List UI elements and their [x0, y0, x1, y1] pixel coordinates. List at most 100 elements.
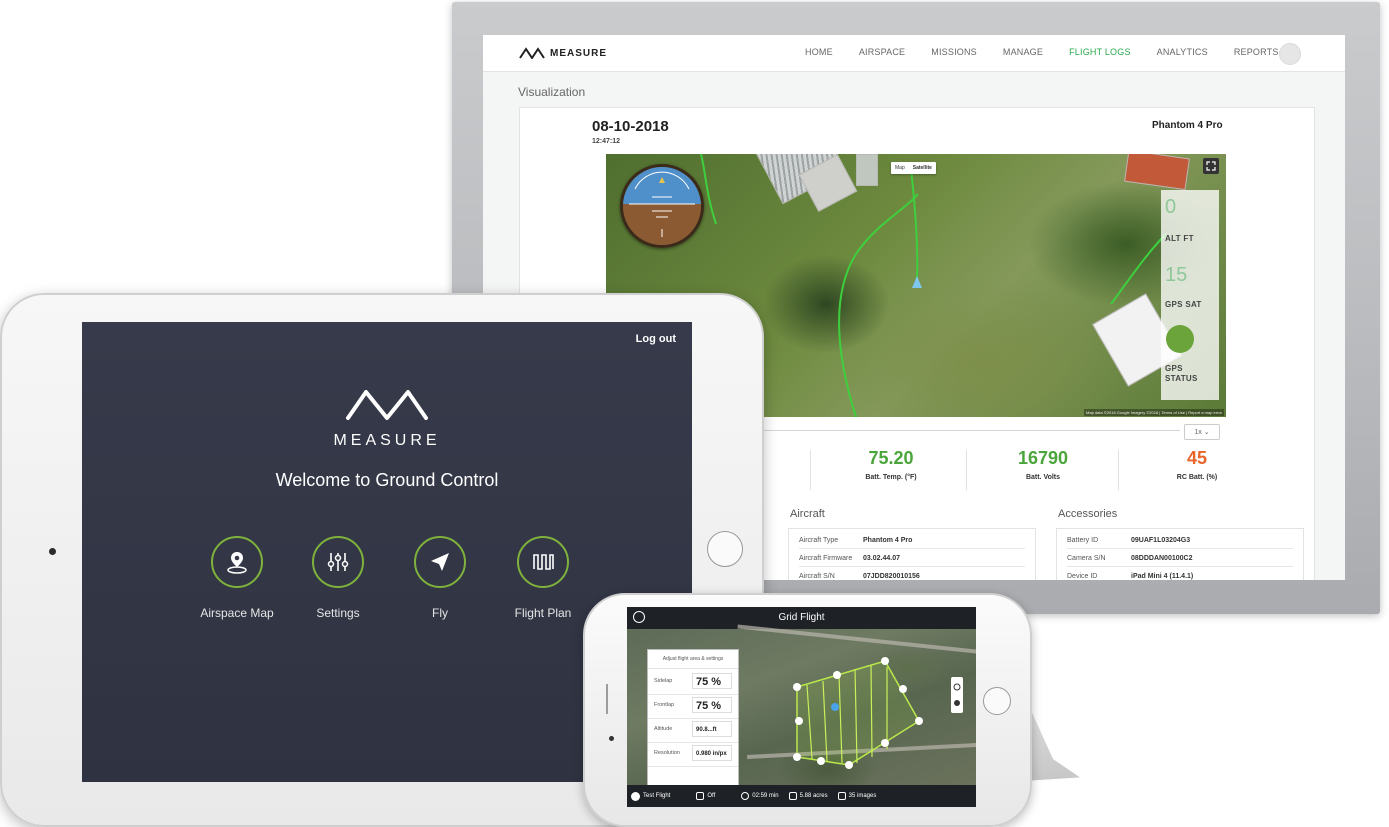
tablet-camera — [49, 548, 56, 555]
tile-airspace-map[interactable]: Airspace Map — [182, 536, 292, 620]
telemetry-panel: 0 ALT FT 15 GPS SAT GPS STATUS — [1161, 190, 1219, 400]
tile-fly[interactable]: Fly — [385, 536, 495, 620]
metric-battery-volts: 16790 Batt. Volts — [978, 448, 1108, 481]
sidelap-field[interactable]: 75 % — [692, 673, 732, 689]
map-view-button[interactable]: Map — [891, 162, 909, 174]
playback-speed-select[interactable]: 1x ⌄ — [1184, 424, 1220, 440]
nav-reports[interactable]: REPORTS — [1234, 47, 1279, 57]
accessories-section-title: Accessories — [1058, 508, 1118, 520]
setting-label: Altitude — [654, 726, 673, 732]
drone-position-icon — [912, 276, 922, 288]
brand-wordmark: MEASURE — [333, 432, 441, 449]
fullscreen-button[interactable] — [1203, 158, 1219, 174]
chevron-down-icon: ⌄ — [1203, 429, 1210, 436]
map-attribution[interactable]: Map data ©2018 Google Imagery ©2018 | Te… — [1084, 409, 1224, 416]
page-title: Visualization — [518, 85, 586, 99]
user-avatar[interactable] — [1279, 43, 1301, 65]
kv-value: 03.02.44.07 — [863, 555, 900, 562]
kv-key: Device ID — [1067, 573, 1098, 580]
footer-area: 5.88 acres — [788, 792, 828, 800]
aircraft-model: Phantom 4 Pro — [1152, 120, 1223, 131]
kv-key: Aircraft S/N — [799, 573, 835, 580]
kv-row: Aircraft Type Phantom 4 Pro — [799, 537, 1025, 549]
divider — [1118, 450, 1119, 490]
panel-title: Adjust flight area & settings — [648, 650, 738, 669]
altitude-field[interactable]: 90.8...ft — [692, 721, 732, 737]
tile-flight-plan[interactable]: Flight Plan — [488, 536, 598, 620]
nav-flight-logs[interactable]: FLIGHT LOGS — [1069, 47, 1131, 57]
grid-flight-map[interactable]: Adjust flight area & settings Sidelap 75… — [627, 624, 976, 787]
measure-logo-icon — [346, 390, 428, 420]
kv-key: Aircraft Firmware — [799, 555, 853, 562]
tile-circle — [414, 536, 466, 588]
nav-home[interactable]: HOME — [805, 47, 833, 57]
setting-label: Resolution — [654, 750, 680, 756]
logout-link[interactable]: Log out — [636, 333, 676, 345]
setting-row-altitude: Altitude 90.8...ft — [648, 718, 738, 743]
metric-label: Batt. Volts — [1025, 474, 1061, 481]
map-layer-controls[interactable] — [951, 677, 963, 713]
nav-missions[interactable]: MISSIONS — [931, 47, 977, 57]
fullscreen-icon — [1206, 161, 1216, 171]
setting-label: Frontlap — [654, 702, 675, 708]
sliders-icon — [327, 553, 349, 571]
check-icon — [631, 791, 640, 801]
phone-footer-bar: Test Flight Off 02:59 min 5.88 acres 35 … — [627, 785, 976, 807]
metric-rc-battery: 45 RC Batt. (%) — [1132, 448, 1262, 481]
metric-battery-temp: 75.20 Batt. Temp. (°F) — [826, 448, 956, 481]
gps-status-label: GPS STATUS — [1165, 364, 1198, 383]
home-point-icon — [831, 703, 839, 711]
altitude-label: ALT FT — [1165, 234, 1194, 243]
grid-path-icon — [533, 554, 554, 570]
metric-label: Batt. Temp. (°F) — [865, 474, 917, 481]
metric-value: 16790 — [1017, 448, 1069, 468]
satellite-view-button[interactable]: Satellite — [909, 162, 936, 174]
setting-label: Sidelap — [654, 678, 673, 684]
kv-value: iPad Mini 4 (11.4.1) — [1131, 573, 1194, 580]
screen-title: Grid Flight — [778, 612, 825, 623]
resolution-field[interactable]: 0.980 in/px — [692, 745, 732, 761]
measure-logo-icon — [519, 47, 545, 59]
area-icon — [788, 792, 797, 800]
footer-time: 02:59 min — [741, 792, 779, 800]
flight-date: 08-10-2018 — [592, 118, 669, 135]
artificial-horizon — [620, 164, 704, 248]
footer-images: 35 images — [837, 792, 877, 800]
nav-analytics[interactable]: ANALYTICS — [1157, 47, 1208, 57]
tile-label: Fly — [432, 606, 448, 620]
kv-value: 07JDD820010156 — [863, 573, 920, 580]
phone-home-button[interactable] — [983, 687, 1011, 715]
brand-logo[interactable]: MEASURE — [519, 45, 607, 61]
tile-label: Settings — [316, 606, 360, 620]
gps-status-indicator — [1166, 325, 1194, 353]
aircraft-section-title: Aircraft — [790, 508, 825, 520]
kv-row: Device ID iPad Mini 4 (11.4.1) — [1067, 573, 1293, 580]
tile-label: Flight Plan — [514, 606, 572, 620]
metric-label: RC Batt. (%) — [1176, 474, 1218, 481]
tablet-home-button[interactable] — [707, 531, 743, 567]
image-count: 35 images — [848, 793, 877, 799]
kv-row: Battery ID 09UAF1L03204G3 — [1067, 537, 1293, 549]
clock-icon — [741, 792, 750, 800]
kv-key: Battery ID — [1067, 537, 1099, 544]
image-icon — [837, 792, 846, 800]
tile-settings[interactable]: Settings — [283, 536, 393, 620]
tile-circle — [312, 536, 364, 588]
map-pin-icon — [227, 552, 247, 574]
kv-row: Aircraft Firmware 03.02.44.07 — [799, 555, 1025, 567]
kv-row: Camera S/N 08DDDAN00100C2 — [1067, 555, 1293, 567]
playback-timeline[interactable] — [750, 430, 1180, 431]
gps-sat-value: 15 — [1165, 264, 1188, 286]
setting-row-frontlap: Frontlap 75 % — [648, 694, 738, 719]
tile-circle — [211, 536, 263, 588]
nav-manage[interactable]: MANAGE — [1003, 47, 1043, 57]
footer-off-label: Off — [707, 793, 716, 799]
footer-off[interactable]: Off — [696, 792, 715, 800]
test-flight-toggle[interactable]: Test Flight — [631, 791, 670, 801]
divider — [810, 450, 811, 490]
frontlap-field[interactable]: 75 % — [692, 697, 732, 713]
phone-camera — [609, 736, 614, 741]
nav-airspace[interactable]: AIRSPACE — [859, 47, 905, 57]
kv-value: 09UAF1L03204G3 — [1131, 537, 1191, 544]
aircraft-details: Aircraft Type Phantom 4 Pro Aircraft Fir… — [788, 528, 1036, 580]
